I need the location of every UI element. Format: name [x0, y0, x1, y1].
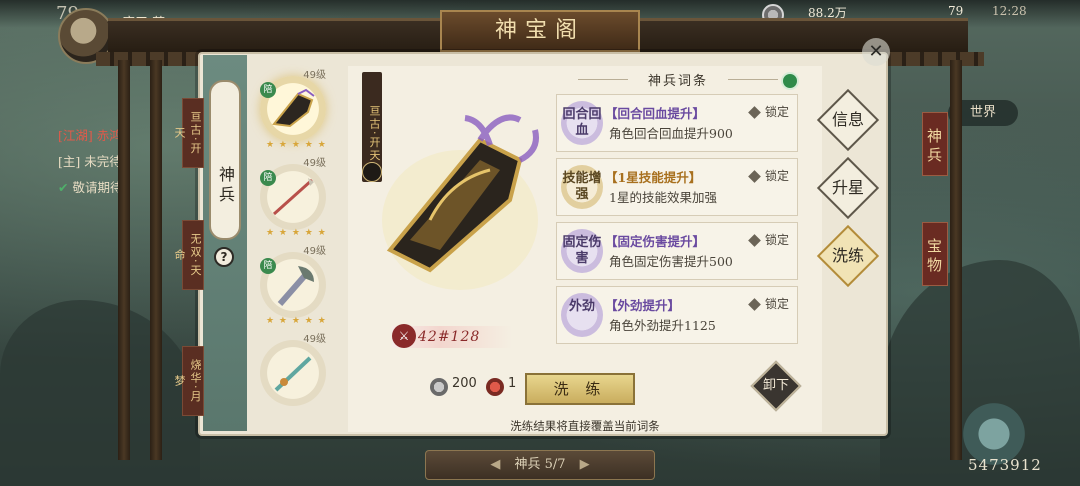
page-indicator: ◀ 神兵 5/7 ▶ — [425, 450, 655, 480]
weapon-level: 49级 — [303, 70, 326, 81]
close-icon[interactable]: ✕ — [862, 38, 890, 66]
spear-icon — [272, 178, 314, 216]
chat-text: 敬请期待 — [72, 180, 123, 195]
attribute-title: 【1星技能提升】 — [605, 170, 702, 185]
clock: 12:28 — [992, 4, 1027, 18]
pavilion-title: 神宝阁 — [440, 10, 640, 52]
chat-channel: [江湖] — [58, 128, 93, 143]
check-icon: ✔ — [58, 180, 69, 195]
help-icon[interactable]: ? — [214, 247, 234, 267]
chat-text: 未完待 — [84, 154, 122, 169]
stars-text: ★ ★ ★ ★ ★ — [266, 316, 327, 326]
page-label: 神兵 5/7 — [514, 457, 566, 472]
lock-diamond-icon — [748, 170, 761, 183]
lock-label: 锁定 — [764, 169, 789, 183]
weapon-name-tag: 无双·天命 — [173, 220, 204, 290]
tab-refine-label: 洗练 — [831, 246, 864, 265]
lock-toggle[interactable]: 锁定 — [748, 103, 789, 120]
equipped-badge: 陪 — [260, 82, 276, 98]
weapon-list-item[interactable]: 49级 陪 ★ ★ ★ ★ ★ — [258, 246, 328, 328]
pillar — [150, 60, 162, 460]
search-icon[interactable] — [781, 72, 799, 90]
attribute-icon: 技能增强 — [561, 165, 603, 209]
attribute-row: 外劲 【外劲提升】 角色外劲提升1125 锁定 — [556, 286, 798, 344]
equipped-badge: 陪 — [260, 170, 276, 186]
fan-icon — [277, 266, 314, 306]
attribute-icon: 固定伤害 — [561, 229, 603, 273]
sword-icon — [274, 356, 312, 392]
stars-text: ★ ★ ★ ★ ★ — [266, 228, 327, 238]
attribute-description: 角色回合回血提升900 — [609, 126, 733, 141]
lock-label: 锁定 — [764, 105, 789, 119]
tab-star-up-label: 升星 — [831, 178, 864, 197]
weapon-name-tag: 亘古·开天 — [173, 98, 204, 168]
star-rating: ★ ★ ★ ★ ★ — [266, 228, 327, 238]
combat-power-total: 5473912 — [968, 456, 1042, 474]
section-title: 神兵词条 — [560, 70, 796, 89]
weapon-level: 49级 — [303, 246, 326, 257]
item-cost: 1 — [508, 376, 517, 391]
stars-text: ★ ★ ★ ★ ★ — [266, 140, 327, 150]
refine-notice: 洗练结果将直接覆盖当前词条 — [510, 419, 660, 433]
attribute-description: 角色外劲提升1125 — [609, 318, 716, 333]
pillar — [118, 60, 130, 460]
energy-value: 79 — [948, 4, 964, 18]
tab-divine-weapon[interactable]: 神兵 — [922, 112, 948, 176]
lock-toggle[interactable]: 锁定 — [748, 295, 789, 312]
attribute-title: 【固定伤害提升】 — [605, 234, 706, 249]
attribute-row: 回合回血 【回合回血提升】 角色回合回血提升900 锁定 — [556, 94, 798, 152]
tab-info-label: 信息 — [831, 110, 864, 129]
lock-label: 锁定 — [764, 233, 789, 247]
weapon-name-tag: 烧华·月梦 — [173, 346, 204, 416]
attribute-row: 固定伤害 【固定伤害提升】 角色固定伤害提升500 锁定 — [556, 222, 798, 280]
attribute-description: 1星的技能效果加强 — [609, 190, 717, 205]
pillar — [950, 60, 962, 460]
next-page-icon[interactable]: ▶ — [580, 457, 590, 472]
attribute-title: 【回合回血提升】 — [605, 106, 706, 121]
attribute-icon: 外劲 — [561, 293, 603, 337]
power-icon: ⚔ — [392, 324, 416, 348]
attribute-icon: 回合回血 — [561, 101, 603, 145]
attribute-row: 技能增强 【1星技能提升】 1星的技能效果加强 锁定 — [556, 158, 798, 216]
silver-coin-icon — [430, 378, 448, 396]
weapon-level: 49级 — [303, 158, 326, 169]
refine-stone-icon — [486, 378, 504, 396]
lock-diamond-icon — [748, 106, 761, 119]
attribute-description: 角色固定伤害提升500 — [609, 254, 733, 269]
star-rating: ★ ★ ★ ★ ★ — [266, 316, 327, 326]
unequip-label: 卸下 — [762, 378, 789, 393]
gauntlet-icon — [272, 88, 315, 128]
lock-toggle[interactable]: 锁定 — [748, 167, 789, 184]
equipped-badge: 陪 — [260, 258, 276, 274]
lock-diamond-icon — [748, 298, 761, 311]
selected-weapon-artwork — [382, 114, 539, 290]
silver-cost: 200 — [452, 376, 477, 391]
weapon-list-item[interactable]: 49级 — [258, 334, 328, 416]
lock-label: 锁定 — [764, 297, 789, 311]
weapon-level: 49级 — [303, 334, 326, 345]
prev-page-icon[interactable]: ◀ — [490, 457, 500, 472]
tab-weapons[interactable]: 神兵 — [209, 80, 241, 240]
chat-channel: [主] — [58, 154, 81, 169]
weapon-list-item[interactable]: 49级 陪 ★ ★ ★ ★ ★ — [258, 158, 328, 240]
tab-treasure[interactable]: 宝物 — [922, 222, 948, 286]
refine-button[interactable]: 洗 练 — [525, 373, 635, 405]
star-rating: ★ ★ ★ ★ ★ — [266, 140, 327, 150]
weapon-list-item[interactable]: 49级 陪 ★ ★ ★ ★ ★ — [258, 70, 328, 152]
lock-toggle[interactable]: 锁定 — [748, 231, 789, 248]
lock-diamond-icon — [748, 234, 761, 247]
attribute-title: 【外劲提升】 — [605, 298, 681, 313]
